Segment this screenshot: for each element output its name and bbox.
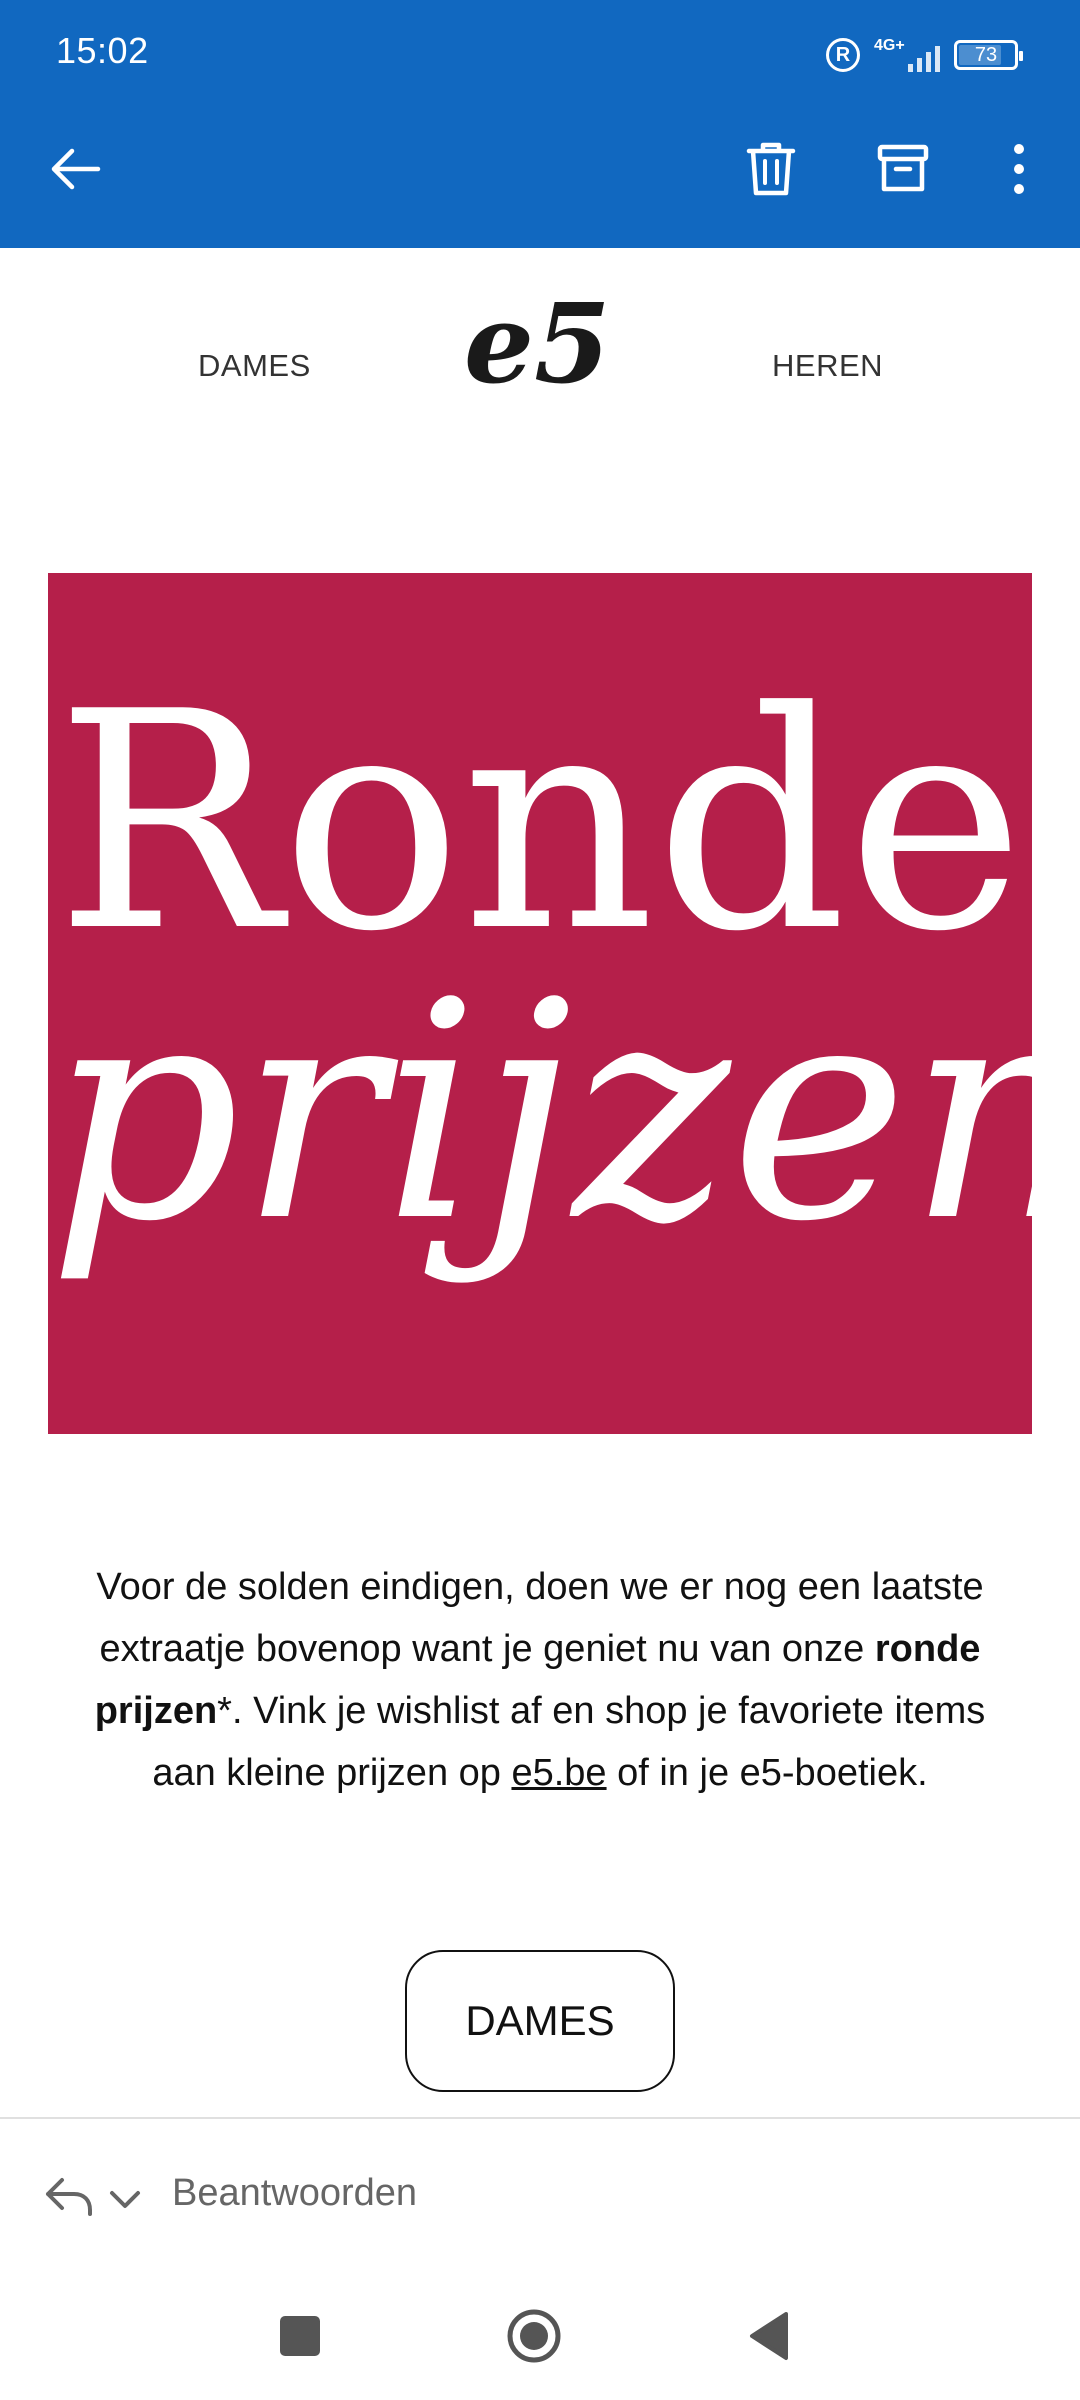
email-nav-dames-link[interactable]: DAMES — [198, 348, 311, 384]
hero-title-line2: prijzen — [48, 938, 1080, 1287]
divider — [0, 2117, 1080, 2119]
e5-website-link[interactable]: e5.be — [511, 1752, 606, 1794]
reply-button-label[interactable]: Beantwoorden — [172, 2172, 417, 2215]
archive-icon — [877, 144, 929, 192]
trash-icon — [746, 142, 796, 196]
network-type-label: 4G+ — [874, 37, 905, 54]
archive-button[interactable] — [866, 132, 940, 206]
logo-text: e5 — [464, 290, 611, 408]
body-text-part1: Voor de solden eindigen, doen we er nog … — [96, 1566, 984, 1670]
hero-banner[interactable]: Ronde prijzen — [48, 573, 1080, 1434]
back-arrow-icon — [51, 148, 101, 190]
e5-logo[interactable]: e5 — [462, 279, 622, 440]
system-back-button[interactable] — [746, 2310, 790, 2362]
registered-icon: R — [826, 38, 860, 72]
top-app-bar: 15:02 R 4G+ 73 — [0, 0, 1080, 248]
dames-cta-button[interactable]: DAMES — [405, 1950, 675, 2092]
email-nav-heren-link[interactable]: HEREN — [772, 348, 883, 384]
chevron-down-icon[interactable] — [106, 2180, 144, 2218]
reply-icon[interactable] — [40, 2168, 96, 2224]
email-body-text: Voor de solden eindigen, doen we er nog … — [90, 1556, 990, 1804]
status-icons: R 4G+ 73 — [826, 30, 1023, 80]
more-options-button[interactable] — [982, 132, 1056, 206]
battery-icon: 73 — [954, 40, 1023, 70]
back-button[interactable] — [38, 132, 112, 206]
status-time: 15:02 — [56, 30, 149, 71]
signal-icon: 4G+ — [874, 38, 940, 72]
home-button[interactable] — [506, 2308, 562, 2364]
more-vert-icon — [1014, 144, 1024, 194]
hero-title-line1: Ronde — [55, 648, 1025, 997]
delete-button[interactable] — [734, 132, 808, 206]
body-text-part3: of in je e5-boetiek. — [606, 1752, 928, 1794]
battery-level: 73 — [974, 43, 998, 66]
recents-button[interactable] — [280, 2316, 320, 2356]
